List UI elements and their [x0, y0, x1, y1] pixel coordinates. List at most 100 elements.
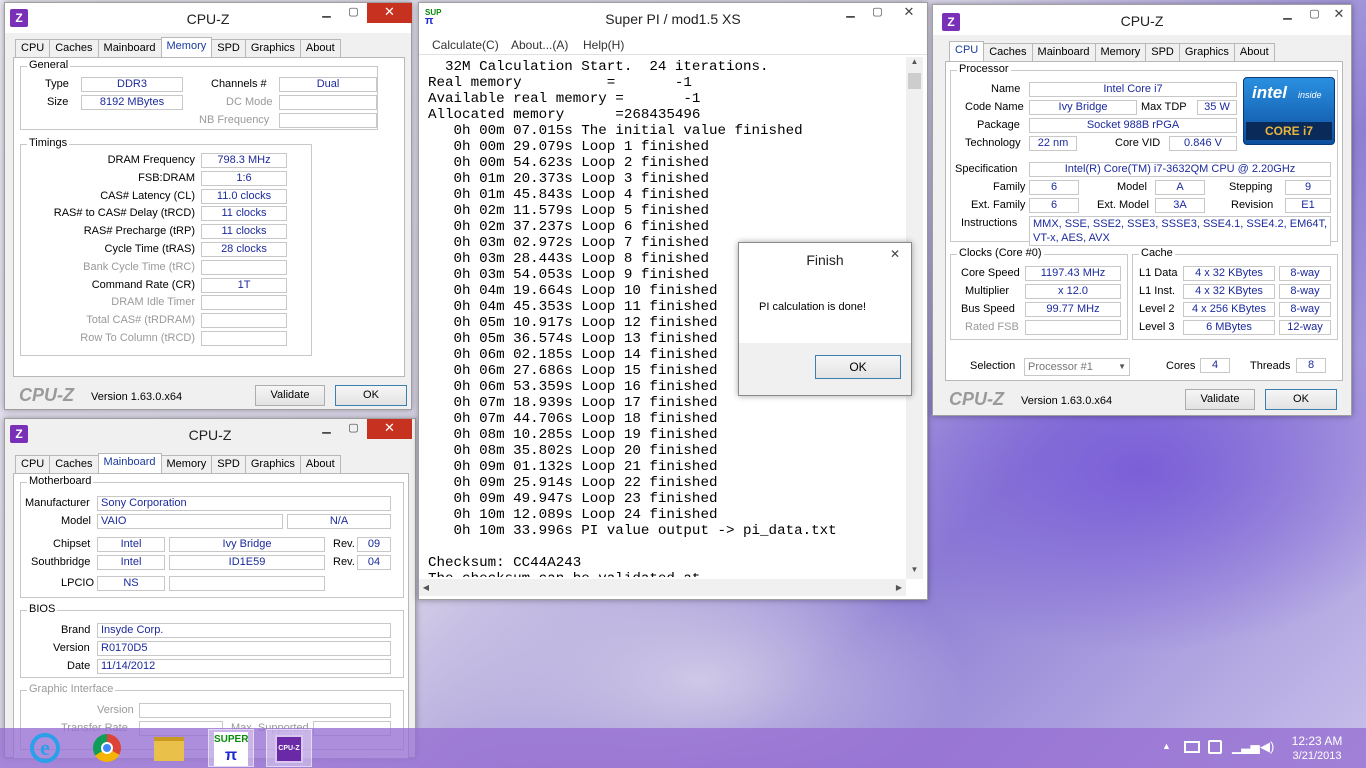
package-value: Socket 988B rPGA	[1029, 118, 1237, 133]
cpuz-cpu-window: Z CPU-Z ▁ ▢ ✕ CPU Caches Mainboard Memor…	[932, 4, 1352, 416]
validate-button[interactable]: Validate	[255, 385, 325, 406]
cache-level-label: L1 Data	[1139, 267, 1178, 279]
intel-core-i7-logo: intel inside CORE i7	[1243, 77, 1335, 145]
tab-memory[interactable]: Memory	[1094, 43, 1147, 62]
clock-date[interactable]: 3/21/2013	[1288, 750, 1346, 762]
horizontal-scrollbar[interactable]: ◀ ▶	[419, 579, 906, 596]
output-line: 0h 10m 12.089s Loop 24 finished	[428, 507, 718, 523]
tab-caches[interactable]: Caches	[49, 39, 99, 58]
tab-spd[interactable]: SPD	[1145, 43, 1180, 62]
maximize-button[interactable]: ▢	[340, 3, 367, 23]
tab-memory[interactable]: Memory	[160, 37, 213, 58]
tab-mainboard[interactable]: Mainboard	[97, 39, 162, 58]
southbridge-name-value: ID1E59	[169, 555, 325, 570]
show-hidden-icons-icon[interactable]: ▲	[1162, 741, 1171, 751]
minimize-button[interactable]: ▁	[837, 3, 864, 23]
tab-mainboard[interactable]: Mainboard	[1031, 43, 1096, 62]
maximize-button[interactable]: ▢	[340, 419, 367, 439]
menu-help[interactable]: Help(H)	[583, 38, 624, 52]
titlebar[interactable]: Finish ✕	[739, 243, 911, 271]
scroll-down-icon[interactable]: ▼	[906, 565, 923, 579]
tab-cpu[interactable]: CPU	[949, 41, 985, 62]
package-label: Package	[977, 119, 1020, 131]
minimize-button[interactable]: ▁	[313, 419, 340, 439]
tab-cpu[interactable]: CPU	[15, 455, 51, 474]
core-speed-value: 1197.43 MHz	[1025, 266, 1121, 281]
scroll-right-icon[interactable]: ▶	[892, 579, 906, 596]
taskbar-superpi-button[interactable]: SUPER π	[208, 729, 254, 767]
tab-spd[interactable]: SPD	[211, 455, 246, 474]
tab-mainboard[interactable]: Mainboard	[97, 453, 162, 474]
network-icon[interactable]: ▁▃▅	[1232, 740, 1260, 754]
volume-icon[interactable]: ◀)	[1260, 739, 1274, 755]
timing-value	[201, 331, 287, 346]
output-line: 0h 01m 45.843s Loop 4 finished	[428, 187, 709, 203]
stepping-label: Stepping	[1229, 181, 1273, 193]
close-button[interactable]: ✕	[879, 245, 911, 265]
tab-cpu[interactable]: CPU	[15, 39, 51, 58]
timing-label: RAS# to CAS# Delay (tRCD)	[53, 207, 195, 220]
close-button[interactable]: ✕	[1326, 5, 1352, 25]
selection-dropdown[interactable]: Processor #1 ▼	[1024, 358, 1130, 376]
output-line: 0h 02m 37.237s Loop 6 finished	[428, 219, 709, 235]
taskbar-cpuz-button[interactable]: CPU-Z	[266, 729, 312, 767]
scroll-left-icon[interactable]: ◀	[419, 579, 433, 596]
ok-button[interactable]: OK	[1265, 389, 1337, 410]
lpcio-name-value	[169, 576, 325, 591]
tab-spd[interactable]: SPD	[211, 39, 246, 58]
clock-time[interactable]: 12:23 AM	[1290, 734, 1344, 748]
file-explorer-icon[interactable]	[146, 729, 192, 767]
minimize-button[interactable]: ▁	[1274, 5, 1301, 25]
scroll-thumb[interactable]	[908, 73, 921, 89]
version-label: Version 1.63.0.x64	[1021, 395, 1113, 407]
ok-button[interactable]: OK	[815, 355, 901, 379]
menu-calculate[interactable]: Calculate(C)	[432, 38, 499, 52]
cache-level-label: Level 3	[1139, 321, 1175, 333]
action-center-icon[interactable]	[1184, 741, 1200, 753]
nb-frequency-label: NB Frequency	[199, 114, 270, 126]
tab-memory[interactable]: Memory	[160, 455, 213, 474]
timings-group: Timings DRAM Frequency 798.3 MHz FSB:DRAM 1…	[20, 137, 312, 356]
cache-level-label: Level 2	[1139, 303, 1175, 315]
close-button[interactable]: ✕	[367, 3, 412, 23]
titlebar[interactable]: SUP π Super PI / mod1.5 XS ▁ ▢ ✕	[419, 3, 927, 33]
chrome-icon[interactable]	[84, 729, 130, 767]
group-label: Graphic Interface	[27, 683, 116, 695]
lpcio-vendor-value: NS	[97, 576, 165, 591]
titlebar[interactable]: Z CPU-Z ▁ ▢ ✕	[933, 5, 1351, 35]
tab-graphics[interactable]: Graphics	[1178, 43, 1235, 62]
titlebar[interactable]: Z CPU-Z ▁ ▢ ✕	[5, 419, 415, 449]
channels-value: Dual	[279, 77, 377, 92]
minimize-button[interactable]: ▁	[313, 3, 340, 23]
maximize-button[interactable]: ▢	[1301, 5, 1328, 25]
timing-value: 28 clocks	[201, 242, 287, 257]
core-speed-label: Core Speed	[961, 267, 1020, 279]
output-line: 0h 09m 01.132s Loop 21 finished	[428, 459, 718, 475]
group-label: Clocks (Core #0)	[957, 247, 1044, 259]
close-button[interactable]: ✕	[367, 419, 412, 439]
tab-about[interactable]: About	[299, 39, 341, 58]
timing-value	[201, 313, 287, 329]
internet-explorer-icon[interactable]: e	[22, 729, 68, 767]
timing-label: RAS# Precharge (tRP)	[83, 225, 195, 238]
ok-button[interactable]: OK	[335, 385, 407, 406]
tab-caches[interactable]: Caches	[49, 455, 99, 474]
bios-version-label: Version	[53, 642, 90, 654]
group-label: Motherboard	[27, 475, 94, 487]
validate-button[interactable]: Validate	[1185, 389, 1255, 410]
titlebar[interactable]: Z CPU-Z ▁ ▢ ✕	[5, 3, 412, 33]
power-icon[interactable]	[1208, 740, 1222, 754]
close-button[interactable]: ✕	[891, 3, 927, 23]
tab-about[interactable]: About	[299, 455, 341, 474]
menu-about[interactable]: About...(A)	[511, 38, 568, 52]
tab-about[interactable]: About	[1233, 43, 1275, 62]
tab-bar: CPU Caches Mainboard Memory SPD Graphics…	[949, 41, 1275, 62]
ext-family-value: 6	[1029, 198, 1079, 213]
tab-caches[interactable]: Caches	[983, 43, 1033, 62]
output-line: 0h 07m 44.706s Loop 18 finished	[428, 411, 718, 427]
maximize-button[interactable]: ▢	[864, 3, 891, 23]
tab-graphics[interactable]: Graphics	[244, 39, 301, 58]
tab-graphics[interactable]: Graphics	[244, 455, 301, 474]
scroll-up-icon[interactable]: ▲	[906, 57, 923, 71]
timing-value	[201, 295, 287, 311]
